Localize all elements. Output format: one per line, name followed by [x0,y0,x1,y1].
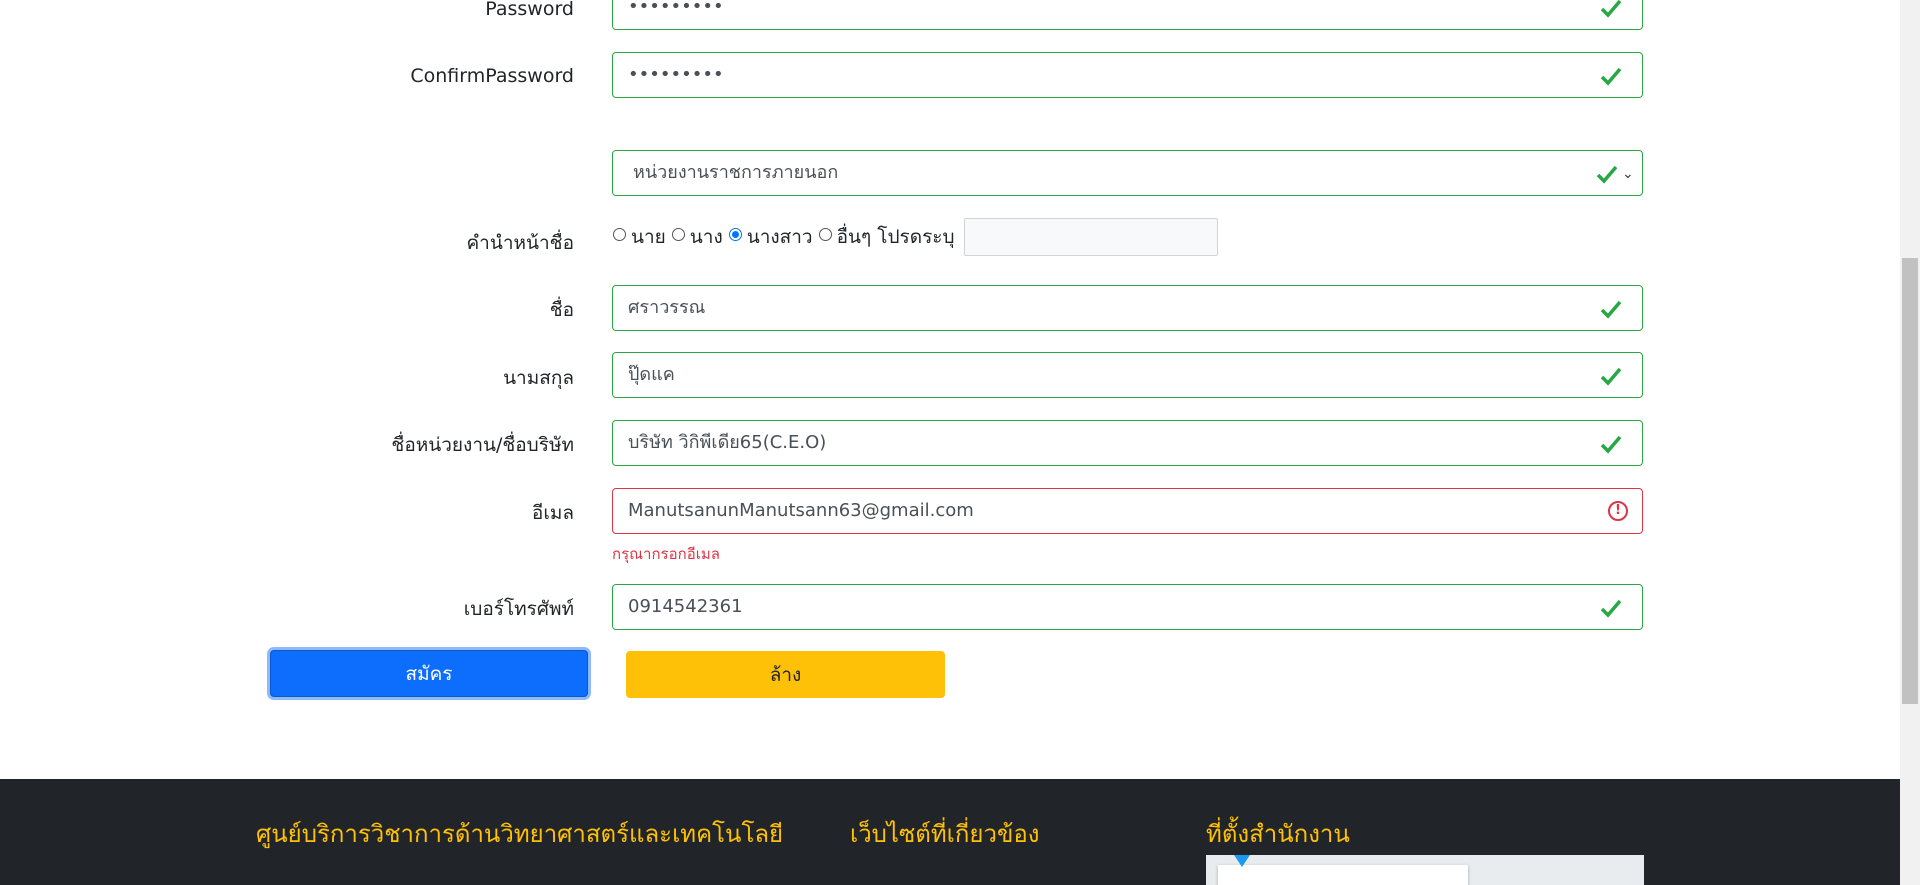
first-name-label: ชื่อ [549,299,574,321]
radio-mrs[interactable] [671,227,685,241]
first-name-input[interactable]: ศราวรรณ [612,285,1643,331]
first-name-value: ศราวรรณ [628,297,706,318]
phone-input[interactable]: 0914542361 [612,584,1643,630]
radio-label-other: อื่นๆ โปรดระบุ [836,226,955,248]
map-info-card [1218,865,1468,885]
chevron-down-icon: ⌄ [1622,166,1634,182]
radio-label-mr: นาย [631,226,666,248]
password-input[interactable]: ••••••••• [612,0,1643,30]
last-name-label: นามสกุล [503,367,574,389]
footer-title-center: ศูนย์บริการวิชาการด้านวิทยาศาสตร์และเทคโ… [256,820,784,848]
other-prefix-input[interactable] [963,218,1218,256]
title-prefix-group: นาย นาง นางสาว อื่นๆ โปรดระบุ [612,218,1218,256]
email-label: อีเมล [531,502,574,524]
confirm-password-value: ••••••••• [628,64,724,85]
organization-value: บริษัท วิกิพีเดีย65(C.E.O) [628,432,827,453]
valid-check-icon [1600,67,1622,86]
radio-miss[interactable] [728,227,742,241]
last-name-value: ปุ๊ดแค [628,364,675,385]
location-map[interactable] [1206,855,1644,885]
radio-other[interactable] [818,227,832,241]
submit-button[interactable]: สมัคร [270,650,588,697]
confirm-password-input[interactable]: ••••••••• [612,52,1643,98]
valid-check-icon [1600,435,1622,454]
organization-label: ชื่อหน่วยงาน/ชื่อบริษัท [391,434,574,456]
organization-input[interactable]: บริษัท วิกิพีเดีย65(C.E.O) [612,420,1643,466]
valid-check-icon [1600,300,1622,319]
footer-title-location: ที่ตั้งสำนักงาน [1206,820,1350,848]
radio-label-miss: นางสาว [746,226,813,248]
title-prefix-label: คำนำหน้าชื่อ [466,232,574,254]
valid-check-icon [1600,0,1622,18]
radio-mr[interactable] [613,227,626,241]
valid-check-icon [1596,165,1618,184]
valid-check-icon [1600,367,1622,386]
password-value: ••••••••• [628,0,724,17]
error-icon: ! [1608,501,1628,521]
radio-label-mrs: นาง [689,226,723,248]
scrollbar-thumb[interactable] [1902,258,1918,704]
email-error-text: กรุณากรอกอีเมล [612,545,720,563]
footer-title-links: เว็บไซต์ที่เกี่ยวข้อง [850,820,1040,848]
phone-value: 0914542361 [628,596,743,617]
agency-type-value: หน่วยงานราชการภายนอก [633,162,839,183]
map-pin-icon [1234,855,1250,867]
agency-type-select[interactable]: หน่วยงานราชการภายนอก ⌄ [612,150,1643,196]
email-value: ManutsanunManutsann63@gmail.com [628,500,974,521]
last-name-input[interactable]: ปุ๊ดแค [612,352,1643,398]
password-label: Password [485,0,574,20]
confirm-password-label: ConfirmPassword [410,65,574,87]
clear-button[interactable]: ล้าง [626,651,945,698]
email-input[interactable]: ManutsanunManutsann63@gmail.com ! [612,488,1643,534]
valid-check-icon [1600,599,1622,618]
phone-label: เบอร์โทรศัพท์ [463,598,574,620]
